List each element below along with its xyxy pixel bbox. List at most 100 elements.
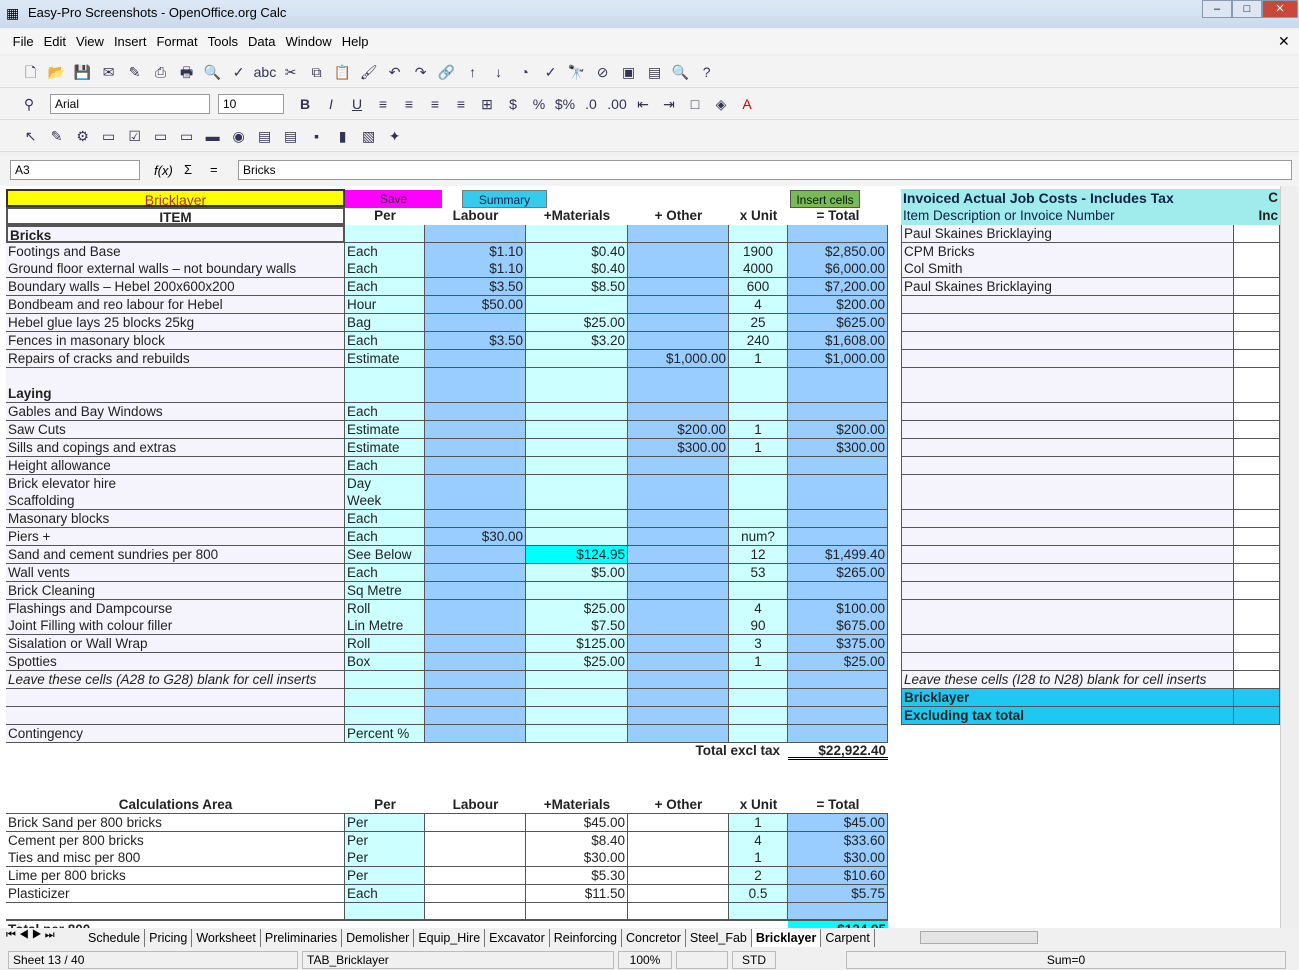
calc-value-cell[interactable] (425, 867, 526, 886)
borders-icon[interactable]: □ (684, 93, 706, 115)
value-cell[interactable] (526, 456, 628, 475)
value-cell[interactable] (526, 474, 628, 493)
calc-value-cell[interactable]: 0.5 (729, 885, 788, 904)
summary-button[interactable]: Summary (462, 190, 547, 208)
invoice-amount-cell[interactable] (1234, 546, 1280, 564)
value-cell[interactable]: $200.00 (628, 421, 729, 440)
calc-value-cell[interactable]: Per (345, 831, 425, 850)
print-icon[interactable]: 🖶 (176, 61, 198, 83)
item-cell[interactable] (6, 706, 345, 725)
value-cell[interactable]: 90 (729, 617, 788, 636)
value-cell[interactable] (425, 313, 526, 332)
value-cell[interactable]: $25.00 (788, 653, 888, 672)
value-cell[interactable] (345, 706, 425, 725)
image-control-icon[interactable]: ▧ (358, 125, 380, 147)
menu-insert[interactable]: Insert (109, 30, 152, 53)
invoice-excl-tax-total[interactable]: Excluding tax total (901, 706, 1234, 725)
value-cell[interactable]: $25.00 (526, 599, 628, 618)
styles-icon[interactable]: ⚲ (18, 93, 40, 115)
vertical-scrollbar[interactable] (1280, 186, 1297, 928)
value-cell[interactable] (425, 670, 526, 689)
invoice-item-cell[interactable] (901, 313, 1234, 332)
value-cell[interactable]: num? (729, 528, 788, 547)
invoice-note[interactable]: Leave these cells (I28 to N28) blank for… (901, 670, 1234, 689)
label-icon[interactable]: ▭ (176, 125, 198, 147)
value-cell[interactable] (788, 385, 888, 404)
menu-help[interactable]: Help (337, 30, 374, 53)
item-cell[interactable]: Height allowance (6, 456, 345, 475)
value-cell[interactable] (425, 421, 526, 440)
value-cell[interactable]: $100.00 (788, 599, 888, 618)
preview-icon[interactable]: 🔍 (202, 61, 224, 83)
value-cell[interactable]: Each (345, 242, 425, 261)
align-right-icon[interactable]: ≡ (424, 93, 446, 115)
sheet-tab[interactable]: Steel_Fab (686, 929, 752, 947)
value-cell[interactable] (628, 385, 729, 404)
value-cell[interactable]: $200.00 (788, 296, 888, 315)
calc-value-cell[interactable] (628, 885, 729, 904)
calc-value-cell[interactable]: $10.60 (788, 867, 888, 886)
calc-value-cell[interactable]: Per (345, 867, 425, 886)
zoom-icon[interactable]: 🔍 (670, 61, 692, 83)
value-cell[interactable] (425, 367, 526, 386)
item-cell[interactable]: Sisalation or Wall Wrap (6, 635, 345, 654)
invoice-amount-cell[interactable] (1234, 599, 1280, 618)
value-cell[interactable]: 12 (729, 546, 788, 564)
wizard-icon[interactable]: ✦ (384, 125, 406, 147)
value-cell[interactable]: Each (345, 563, 425, 582)
menu-edit[interactable]: Edit (39, 30, 71, 53)
value-cell[interactable] (628, 670, 729, 689)
invoice-excl-amount[interactable] (1234, 706, 1280, 725)
sheet-tab[interactable]: Excavator (485, 929, 550, 947)
invoice-amount-cell[interactable] (1234, 242, 1280, 261)
increase-indent-icon[interactable]: ⇥ (658, 93, 680, 115)
value-cell[interactable] (628, 510, 729, 529)
sheet-tab[interactable]: Equip_Hire (414, 929, 486, 947)
value-cell[interactable]: Each (345, 278, 425, 297)
value-cell[interactable]: $1.10 (425, 260, 526, 279)
value-cell[interactable]: $50.00 (425, 296, 526, 315)
value-cell[interactable]: $1,608.00 (788, 331, 888, 350)
value-cell[interactable] (425, 599, 526, 618)
value-cell[interactable]: $375.00 (788, 635, 888, 654)
value-cell[interactable] (425, 581, 526, 600)
calc-value-cell[interactable]: $45.00 (788, 813, 888, 832)
invoice-amount-cell[interactable] (1234, 492, 1280, 511)
invoice-amount-cell[interactable] (1234, 617, 1280, 636)
calc-item-cell[interactable]: Plasticizer (6, 885, 345, 904)
sheet-tab[interactable]: Preliminaries (261, 929, 343, 947)
value-cell[interactable]: $300.00 (788, 438, 888, 457)
menu-window[interactable]: Window (280, 30, 336, 53)
calc-value-cell[interactable]: 1 (729, 849, 788, 868)
invoice-amount-cell[interactable] (1234, 528, 1280, 547)
value-cell[interactable]: $3.20 (526, 331, 628, 350)
calc-value-cell[interactable]: $33.60 (788, 831, 888, 850)
value-cell[interactable] (526, 385, 628, 404)
item-cell[interactable]: Saw Cuts (6, 421, 345, 440)
value-cell[interactable] (729, 581, 788, 600)
sheet-tab[interactable]: Pricing (145, 929, 193, 947)
value-cell[interactable]: $1.10 (425, 242, 526, 261)
invoice-amount-cell[interactable] (1234, 438, 1280, 457)
value-cell[interactable] (425, 617, 526, 636)
maximize-button[interactable]: □ (1232, 0, 1262, 18)
value-cell[interactable] (628, 653, 729, 672)
value-cell[interactable] (345, 224, 425, 243)
item-cell[interactable]: Brick elevator hire (6, 474, 345, 493)
value-cell[interactable]: Day (345, 474, 425, 493)
value-cell[interactable]: 1 (729, 421, 788, 440)
calc-value-cell[interactable] (425, 849, 526, 868)
value-cell[interactable]: $1,000.00 (628, 349, 729, 368)
sheet-tab[interactable]: Reinforcing (550, 929, 622, 947)
minimize-button[interactable]: – (1202, 0, 1232, 18)
invoice-amount-cell[interactable] (1234, 456, 1280, 475)
invoice-item-cell[interactable]: Paul Skaines Bricklaying (901, 278, 1234, 297)
item-cell[interactable]: Repairs of cracks and rebuilds (6, 349, 345, 368)
value-cell[interactable] (425, 438, 526, 457)
invoice-amount-cell[interactable] (1234, 367, 1280, 386)
invoice-item-cell[interactable]: CPM Bricks (901, 242, 1234, 261)
select-icon[interactable]: ↖ (20, 125, 42, 147)
item-cell[interactable]: Bricks (6, 224, 345, 243)
value-cell[interactable] (526, 528, 628, 547)
decrease-indent-icon[interactable]: ⇤ (632, 93, 654, 115)
